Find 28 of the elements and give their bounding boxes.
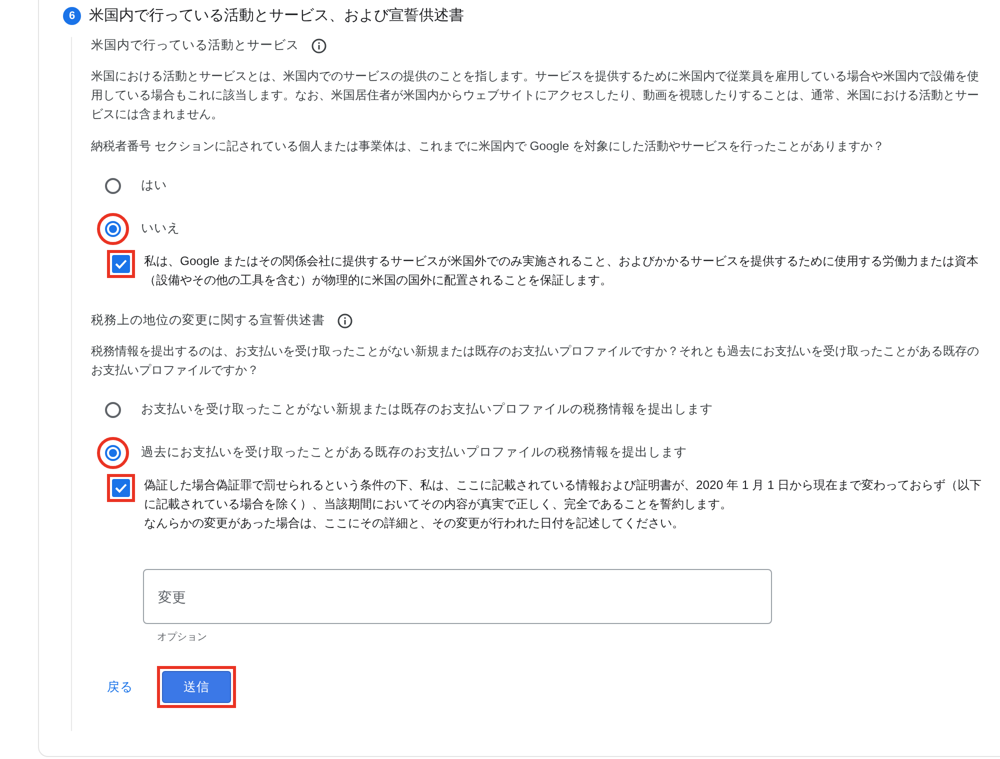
info-icon[interactable] [311, 38, 327, 54]
option-label[interactable]: はい [141, 177, 167, 194]
check-icon [115, 259, 127, 269]
confirmation-text: 私は、Google またはその関係会社に提供するサービスが米国外でのみ実施されること、およびかかるサービスを提供するために使用する労働力または資本（設備やその他の工具を含む）が物理的に米国の国外に配置されることを保証します。 [144, 253, 980, 289]
paragraph: 米国における活動とサービスとは、米国内でのサービスの提供のことを指します。サービスを提供するために米国内で従業員を雇用している場合や米国内で設備を使用している場合もこれに該当します。なお、米国居住者が米国内からウェブサイトにアクセスしたり、動画を視聴したりすることは、通常、米国における活動とサービスには含まれません。 [91, 68, 980, 123]
step-number: 6 [63, 6, 81, 24]
section-heading: 税務上の地位の変更に関する宣誓供述書 [91, 312, 325, 329]
check-icon [115, 483, 127, 493]
paragraph: 税務情報を提出するのは、お支払いを受け取ったことがない新規または既存のお支払いプロファイルですか？それとも過去にお支払いを受け取ったことがある既存のお支払いプロファイルですか？ [91, 343, 980, 379]
confirmation-text: 偽証した場合偽証罪で罰せられるという条件の下、私は、ここに記載されている情報および証明書が、2020 年 1 月 1 日から現在まで変わっておらず（以下に記載されている場合を除く）、当該期間においてその内容が真実で正しく、完全であることを誓約します。 [144, 477, 983, 513]
back-link[interactable]: 戻る [107, 678, 133, 696]
option-label[interactable]: お支払いを受け取ったことがない新規または既存のお支払いプロファイルの税務情報を提出します [141, 401, 713, 418]
radio-button[interactable] [105, 402, 121, 418]
submit-button[interactable]: 送信 [162, 671, 231, 703]
section-heading: 米国内で行っている活動とサービス [91, 37, 299, 54]
paragraph: 納税者番号 セクションに記されている個人または事業体は、これまでに米国内で Google を対象にした活動やサービスを行ったことがありますか？ [91, 138, 886, 155]
checkbox[interactable] [112, 479, 130, 497]
changes-field[interactable]: 変更 [143, 569, 772, 624]
radio-button[interactable] [105, 220, 121, 236]
confirmation-text: なんらかの変更があった場合は、ここにその詳細と、その変更が行われた日付を記述してください。 [144, 515, 685, 532]
radio-button[interactable] [105, 444, 121, 460]
step-title: 米国内で行っている活動とサービス、および宣誓供述書 [89, 6, 464, 25]
option-label[interactable]: 過去にお支払いを受け取ったことがある既存のお支払いプロファイルの税務情報を提出します [141, 444, 687, 461]
checkbox[interactable] [112, 255, 130, 273]
helper-text: オプション [157, 630, 208, 644]
info-icon[interactable] [337, 312, 353, 328]
radio-button[interactable] [105, 178, 121, 194]
option-label[interactable]: いいえ [141, 220, 180, 237]
